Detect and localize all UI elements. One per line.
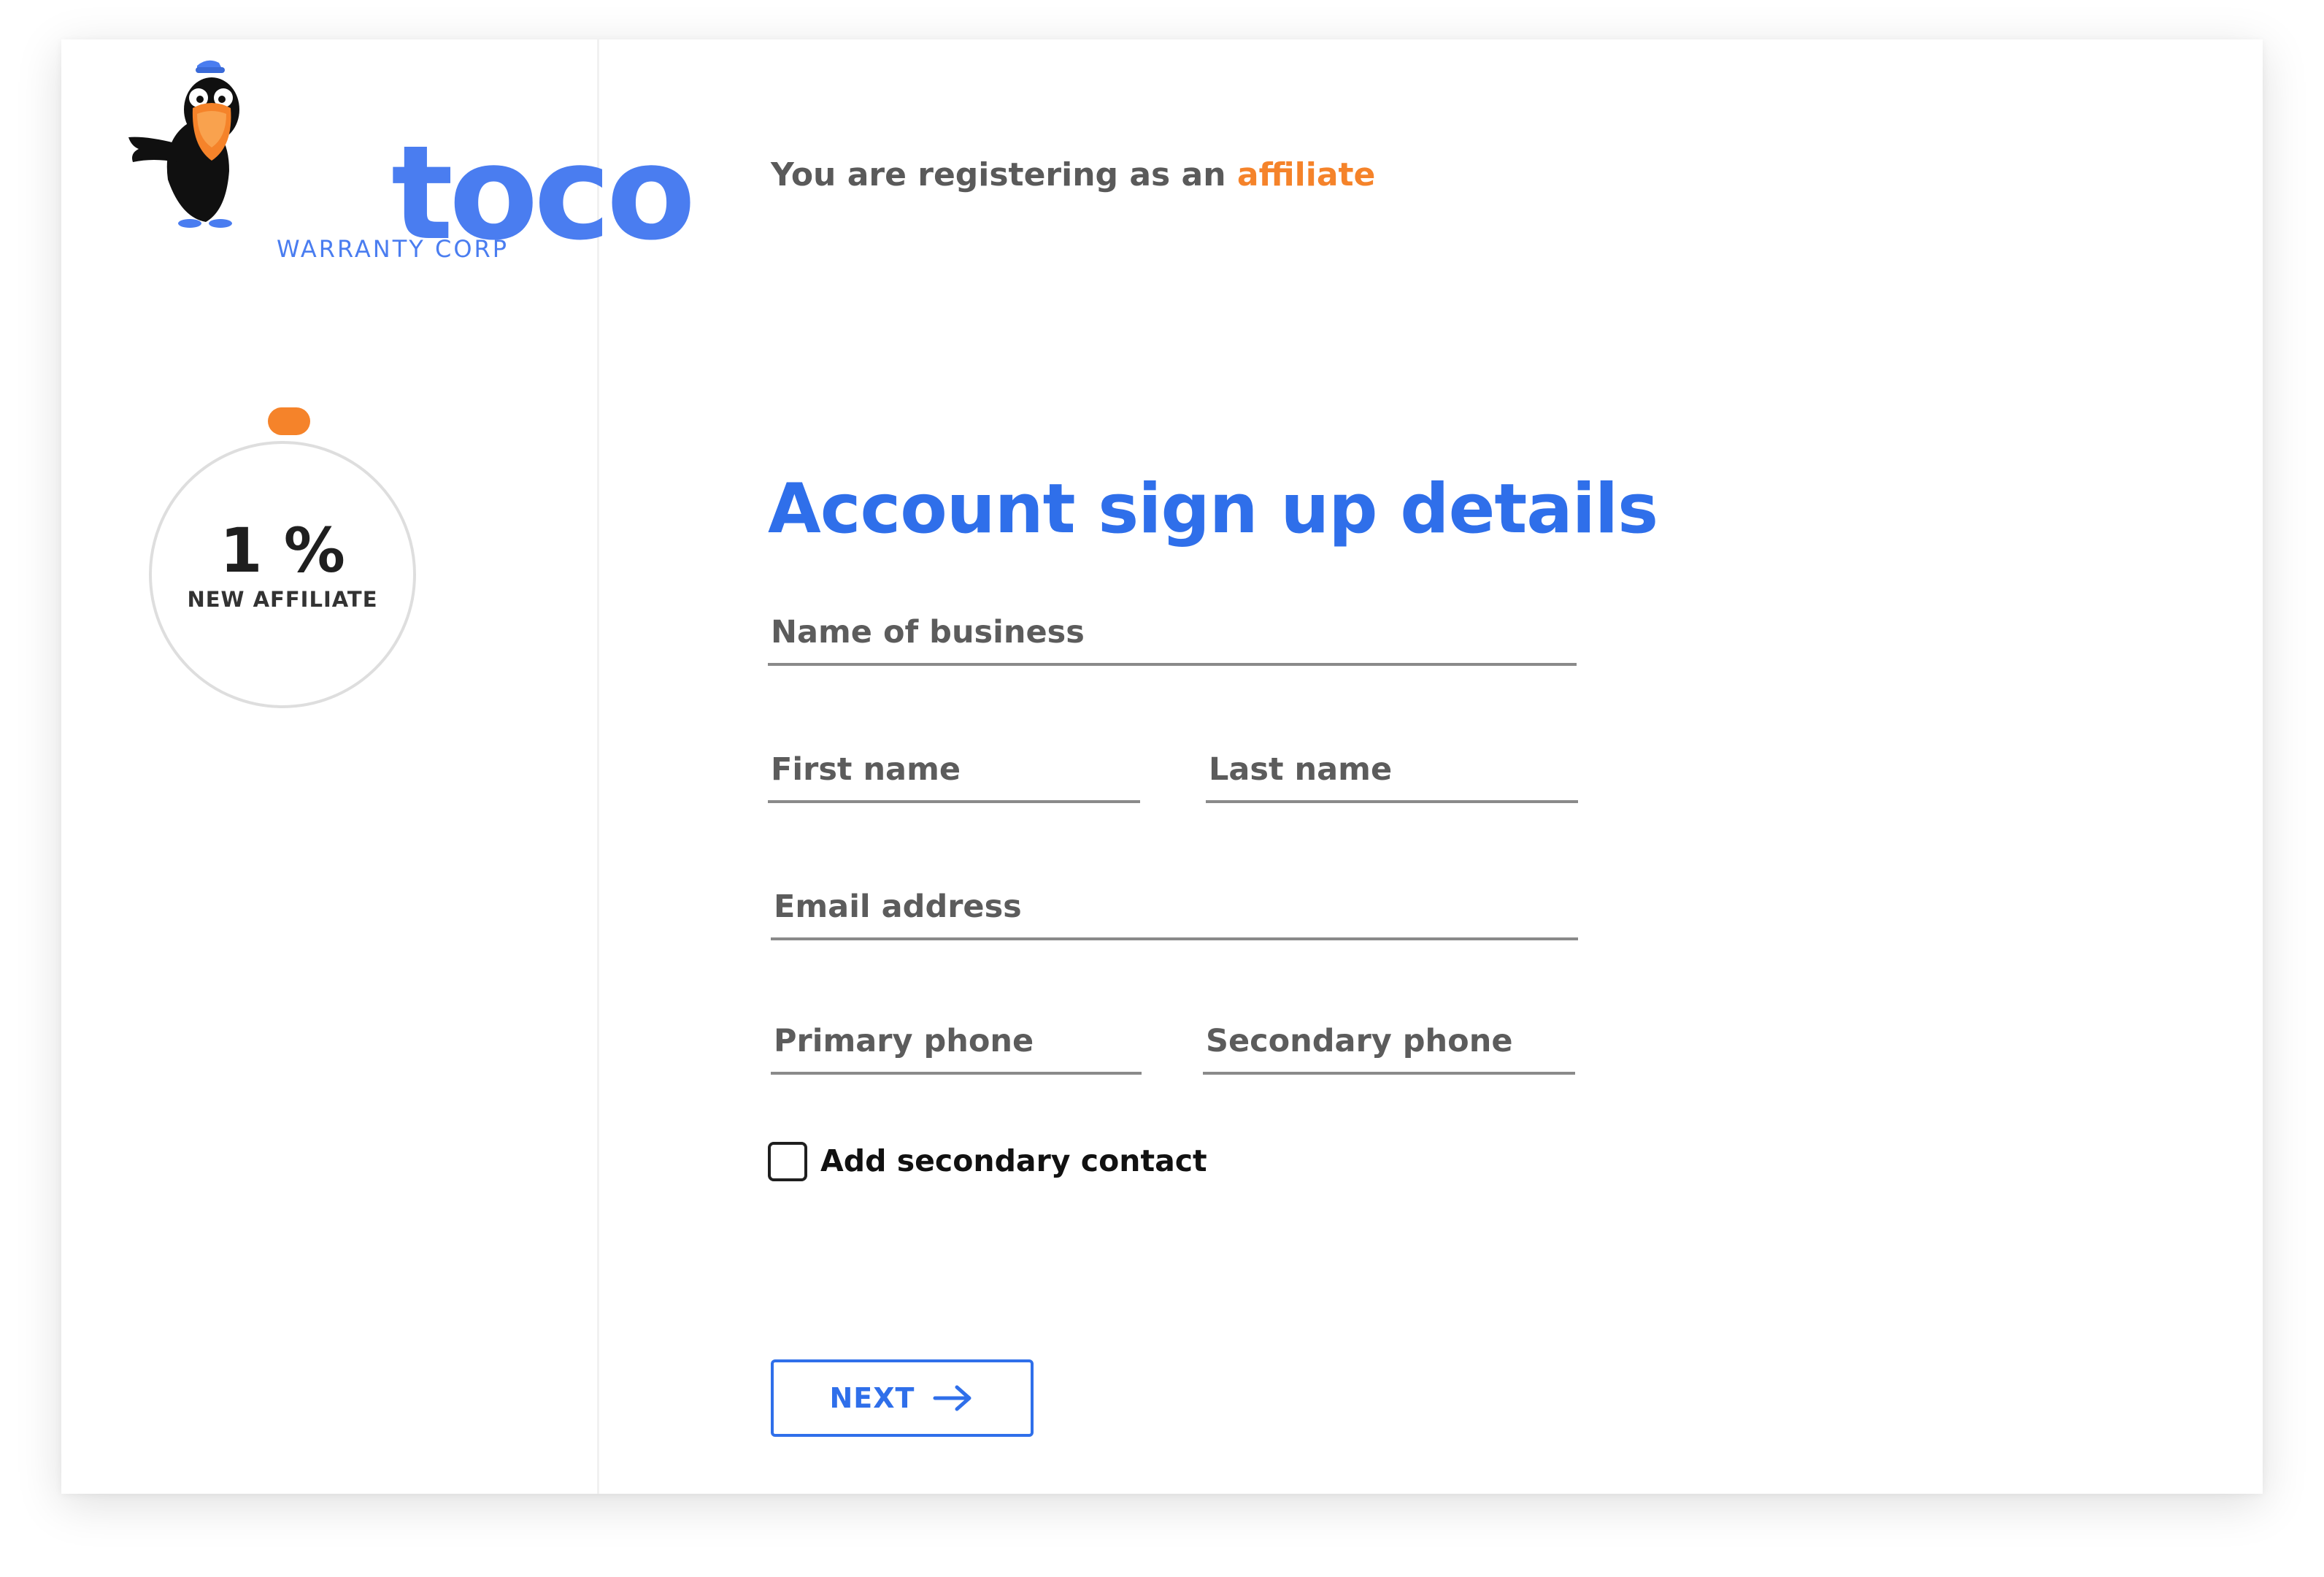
registering-as-text: You are registering as an affiliate: [771, 156, 1375, 193]
primary-phone-input[interactable]: [771, 1016, 1142, 1072]
registering-role: affiliate: [1236, 156, 1376, 193]
email-field: [771, 882, 1578, 940]
secondary-contact-checkbox[interactable]: [768, 1142, 807, 1181]
progress-label: NEW AFFILIATE: [187, 587, 378, 612]
progress-marker: [268, 407, 310, 435]
first-name-field: [768, 745, 1140, 803]
last-name-field: [1206, 745, 1578, 803]
registering-prefix: You are registering as an: [771, 156, 1237, 193]
first-name-input[interactable]: [768, 745, 1140, 800]
business-name-input[interactable]: [768, 607, 1577, 663]
secondary-phone-field: [1203, 1016, 1575, 1075]
secondary-contact-label: Add secondary contact: [820, 1143, 1207, 1178]
brand-subtitle: WARRANTY CORP: [276, 235, 509, 263]
email-input[interactable]: [771, 882, 1578, 937]
secondary-phone-input[interactable]: [1203, 1016, 1575, 1072]
business-name-field: [768, 607, 1577, 666]
next-button[interactable]: NEXT: [771, 1359, 1034, 1437]
primary-phone-field: [771, 1016, 1142, 1075]
next-button-label: NEXT: [829, 1382, 915, 1414]
progress-percent: 1 %: [220, 515, 345, 586]
page-title: Account sign up details: [768, 469, 1658, 549]
brand-logo: toco WARRANTY CORP: [124, 55, 696, 275]
arrow-right-icon: [933, 1385, 971, 1411]
last-name-input[interactable]: [1206, 745, 1578, 800]
toucan-mascot-icon: [128, 60, 239, 228]
